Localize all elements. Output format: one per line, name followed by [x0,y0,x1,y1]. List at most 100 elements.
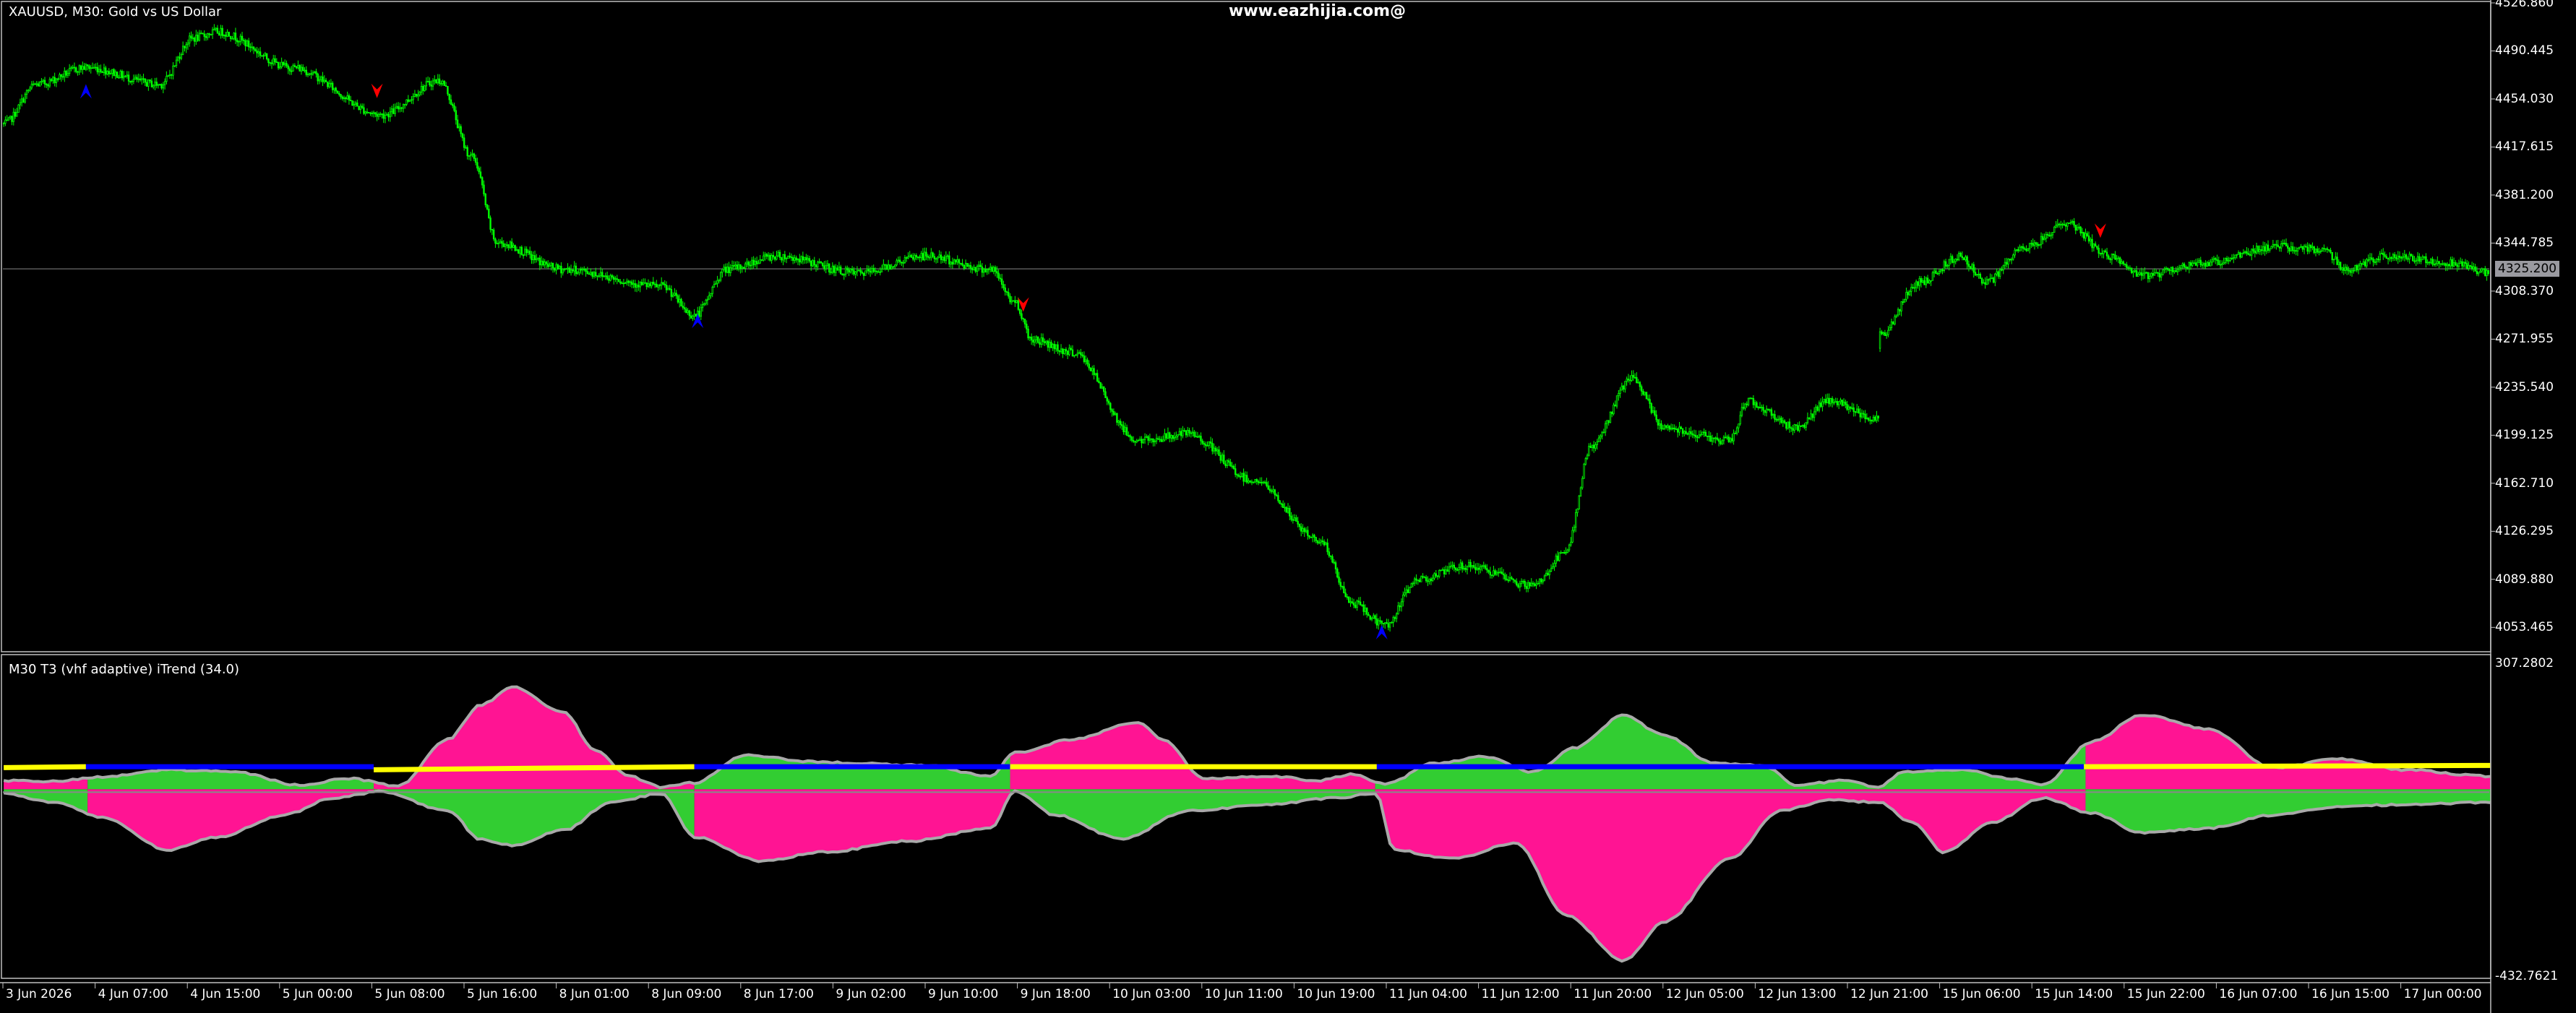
candle-body [1908,290,1911,296]
candle-body [1714,437,1717,439]
candle-body [562,269,564,274]
candle-body [177,56,179,61]
candle-body [887,264,890,270]
time-axis-label: 4 Jun 15:00 [190,987,261,1001]
candle-body [1601,431,1603,436]
candle-body [1369,615,1371,620]
candle-body [1080,352,1082,355]
candle-body [155,82,158,86]
candle-body [922,253,924,261]
candle-body [2374,262,2377,263]
candle-body [1045,340,1047,343]
candle-body [968,264,970,267]
candle-body [157,84,160,86]
chart-canvas[interactable] [0,0,2576,1013]
candle-body [1125,427,1128,436]
candle-body [1600,435,1602,439]
candle-body [547,263,549,267]
candle-body [147,79,150,87]
candle-body [1931,272,1934,281]
candle-body [389,111,391,118]
candle-body [915,255,918,258]
candle-body [2426,262,2429,264]
candle-body [2482,268,2485,270]
time-axis-label: 11 Jun 20:00 [1573,987,1652,1001]
candle-body [1021,313,1023,319]
candle-body [795,257,797,261]
candle-body [197,35,199,41]
candle-body [1004,287,1006,293]
candle-body [1107,400,1110,404]
candle-body [1594,444,1597,449]
candle-body [2455,262,2457,266]
candle-body [2290,246,2293,251]
candle-body [12,111,14,122]
candle-body [760,259,763,261]
candle-body [1609,412,1612,423]
trend-line-up [2084,762,2491,770]
candle-body [430,85,432,87]
candle-body [2004,262,2006,267]
candle-body [2074,225,2077,231]
candle-body [1266,482,1268,486]
indicator-lower-bull-area [2085,789,2491,834]
candle-body [729,267,731,273]
candle-body [501,241,503,244]
candle-body [1223,454,1225,465]
candle-body [519,246,521,254]
candle-body [674,293,676,296]
candle-body [95,66,97,69]
candle-body [1780,418,1782,423]
candle-body [1858,408,1860,414]
candle-body [2071,221,2074,223]
candle-body [1926,277,1929,284]
candle-body [1206,445,1208,447]
candle-body [1576,509,1579,513]
candle-body [1392,617,1394,623]
candle-body [1261,482,1263,483]
candle-body [1538,578,1541,584]
candle-body [741,267,743,270]
candle-body [532,255,534,260]
candle-body [884,264,886,266]
trend-line-up [374,764,695,772]
candle-body [664,283,666,286]
candle-body [2336,257,2338,265]
candle-body [1991,277,1993,280]
candle-body [606,275,609,280]
candle-body [2033,242,2036,246]
candle-body [1563,552,1566,553]
candle-body [1441,569,1444,571]
chart-window[interactable]: XAUUSD, M30: Gold vs US Dollar www.eazhi… [0,0,2576,1013]
candle-body [844,267,847,275]
candle-body [948,255,950,264]
candle-body [2318,251,2320,253]
candle-body [1062,348,1064,354]
candle-body [1785,422,1787,429]
candle-body [1519,583,1521,587]
candle-body [1112,410,1115,415]
candle-body [418,92,421,95]
candle-body [746,262,748,264]
candle-body [982,269,985,273]
candle-body [1099,382,1102,389]
candle-body [1472,565,1475,568]
candle-body [1308,535,1310,538]
candle-body [1073,355,1076,357]
candle-body [1819,402,1822,408]
candle-body [1307,530,1309,536]
candle-body [1884,332,1886,336]
candle-body [70,67,72,69]
candle-body [1571,530,1573,543]
candle-body [1117,421,1120,423]
candle-body [2288,248,2291,251]
time-axis-label: 16 Jun 15:00 [2311,987,2390,1001]
candle-body [680,298,682,307]
candle-body [180,54,183,59]
candle-body [78,65,80,73]
candle-body [2189,262,2192,266]
candle-body [1191,431,1194,434]
candle-body [2234,254,2236,259]
candle-body [802,256,804,261]
candle-body [1139,439,1141,441]
